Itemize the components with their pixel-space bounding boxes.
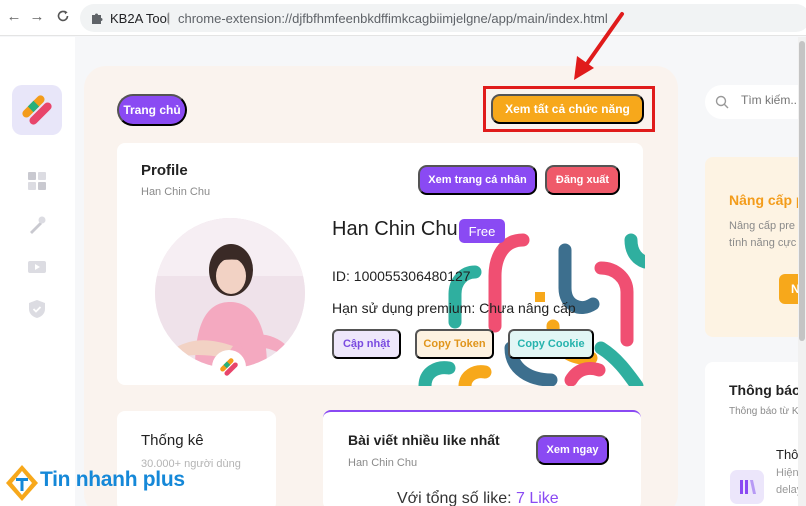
home-button[interactable]: Trang chủ <box>117 94 187 126</box>
reload-icon[interactable] <box>55 9 71 25</box>
notice-subtitle: Thông báo từ K <box>729 406 799 417</box>
view-profile-button[interactable]: Xem trang cá nhân <box>418 165 537 195</box>
watermark-text: Tin nhanh plus <box>40 468 185 491</box>
watermark-logo-icon <box>6 465 38 501</box>
url-text[interactable]: chrome-extension://djfbfhmfeenbkdffimkca… <box>178 11 608 26</box>
video-icon[interactable] <box>27 257 47 277</box>
upgrade-text-2: tính năng cực <box>729 237 797 249</box>
forward-icon[interactable]: → <box>29 9 45 25</box>
extension-puzzle-icon <box>92 13 103 24</box>
top-posts-summary: Với tổng số like: 7 Like <box>397 490 559 506</box>
app-logo[interactable] <box>12 85 62 135</box>
plan-badge: Free <box>459 219 505 243</box>
copy-cookie-button[interactable]: Copy Cookie <box>508 329 594 359</box>
avatar <box>155 218 305 368</box>
scrollbar-thumb[interactable] <box>799 41 805 341</box>
user-name: Han Chin Chu <box>332 218 458 240</box>
summary-prefix: Với tổng số like: <box>397 490 512 506</box>
search-icon <box>715 95 729 109</box>
summary-value[interactable]: 7 Like <box>516 490 559 506</box>
profile-subtitle: Han Chin Chu <box>141 186 211 198</box>
notice-item-line1: Hiện <box>776 467 799 479</box>
profile-title: Profile <box>141 162 188 179</box>
top-posts-subtitle: Han Chin Chu <box>348 457 418 469</box>
premium-expiry: Hạn sử dụng premium: Chưa nâng cấp <box>332 300 576 316</box>
extension-name: KB2A Tool <box>110 11 170 26</box>
search-input[interactable] <box>741 93 805 107</box>
stats-title: Thống kê <box>141 432 204 449</box>
upgrade-text-1: Nâng cấp pre <box>729 220 796 232</box>
avatar-image <box>155 218 305 368</box>
scrollbar[interactable] <box>798 37 806 506</box>
all-features-button[interactable]: Xem tất cả chức năng <box>491 94 644 124</box>
tools-icon[interactable] <box>27 215 47 235</box>
logout-button[interactable]: Đăng xuất <box>545 165 620 195</box>
left-sidebar <box>0 37 75 506</box>
upgrade-title: Nâng cấp pre <box>729 192 806 208</box>
shield-icon[interactable] <box>27 299 47 319</box>
logo-icon <box>220 358 238 376</box>
annotation-arrow-icon <box>574 12 624 80</box>
notice-item-icon <box>730 470 764 504</box>
browser-toolbar: ← → KB2A Tool | chrome-extension://djfbf… <box>0 0 806 36</box>
update-button[interactable]: Cập nhật <box>332 329 401 359</box>
copy-token-button[interactable]: Copy Token <box>415 329 494 359</box>
top-posts-title: Bài viết nhiều like nhất <box>348 432 500 448</box>
dashboard-icon[interactable] <box>27 171 47 191</box>
address-bar[interactable]: KB2A Tool | chrome-extension://djfbfhmfe… <box>80 4 806 32</box>
books-icon <box>740 480 756 494</box>
notice-title: Thông báo <box>729 382 801 398</box>
see-now-button[interactable]: Xem ngay <box>536 435 609 465</box>
logo-icon <box>22 95 52 125</box>
avatar-logo-badge <box>214 352 244 382</box>
url-separator: | <box>167 10 171 25</box>
user-id: ID: 100055306480127 <box>332 268 471 284</box>
search-box[interactable] <box>705 85 806 119</box>
back-icon[interactable]: ← <box>6 9 22 25</box>
